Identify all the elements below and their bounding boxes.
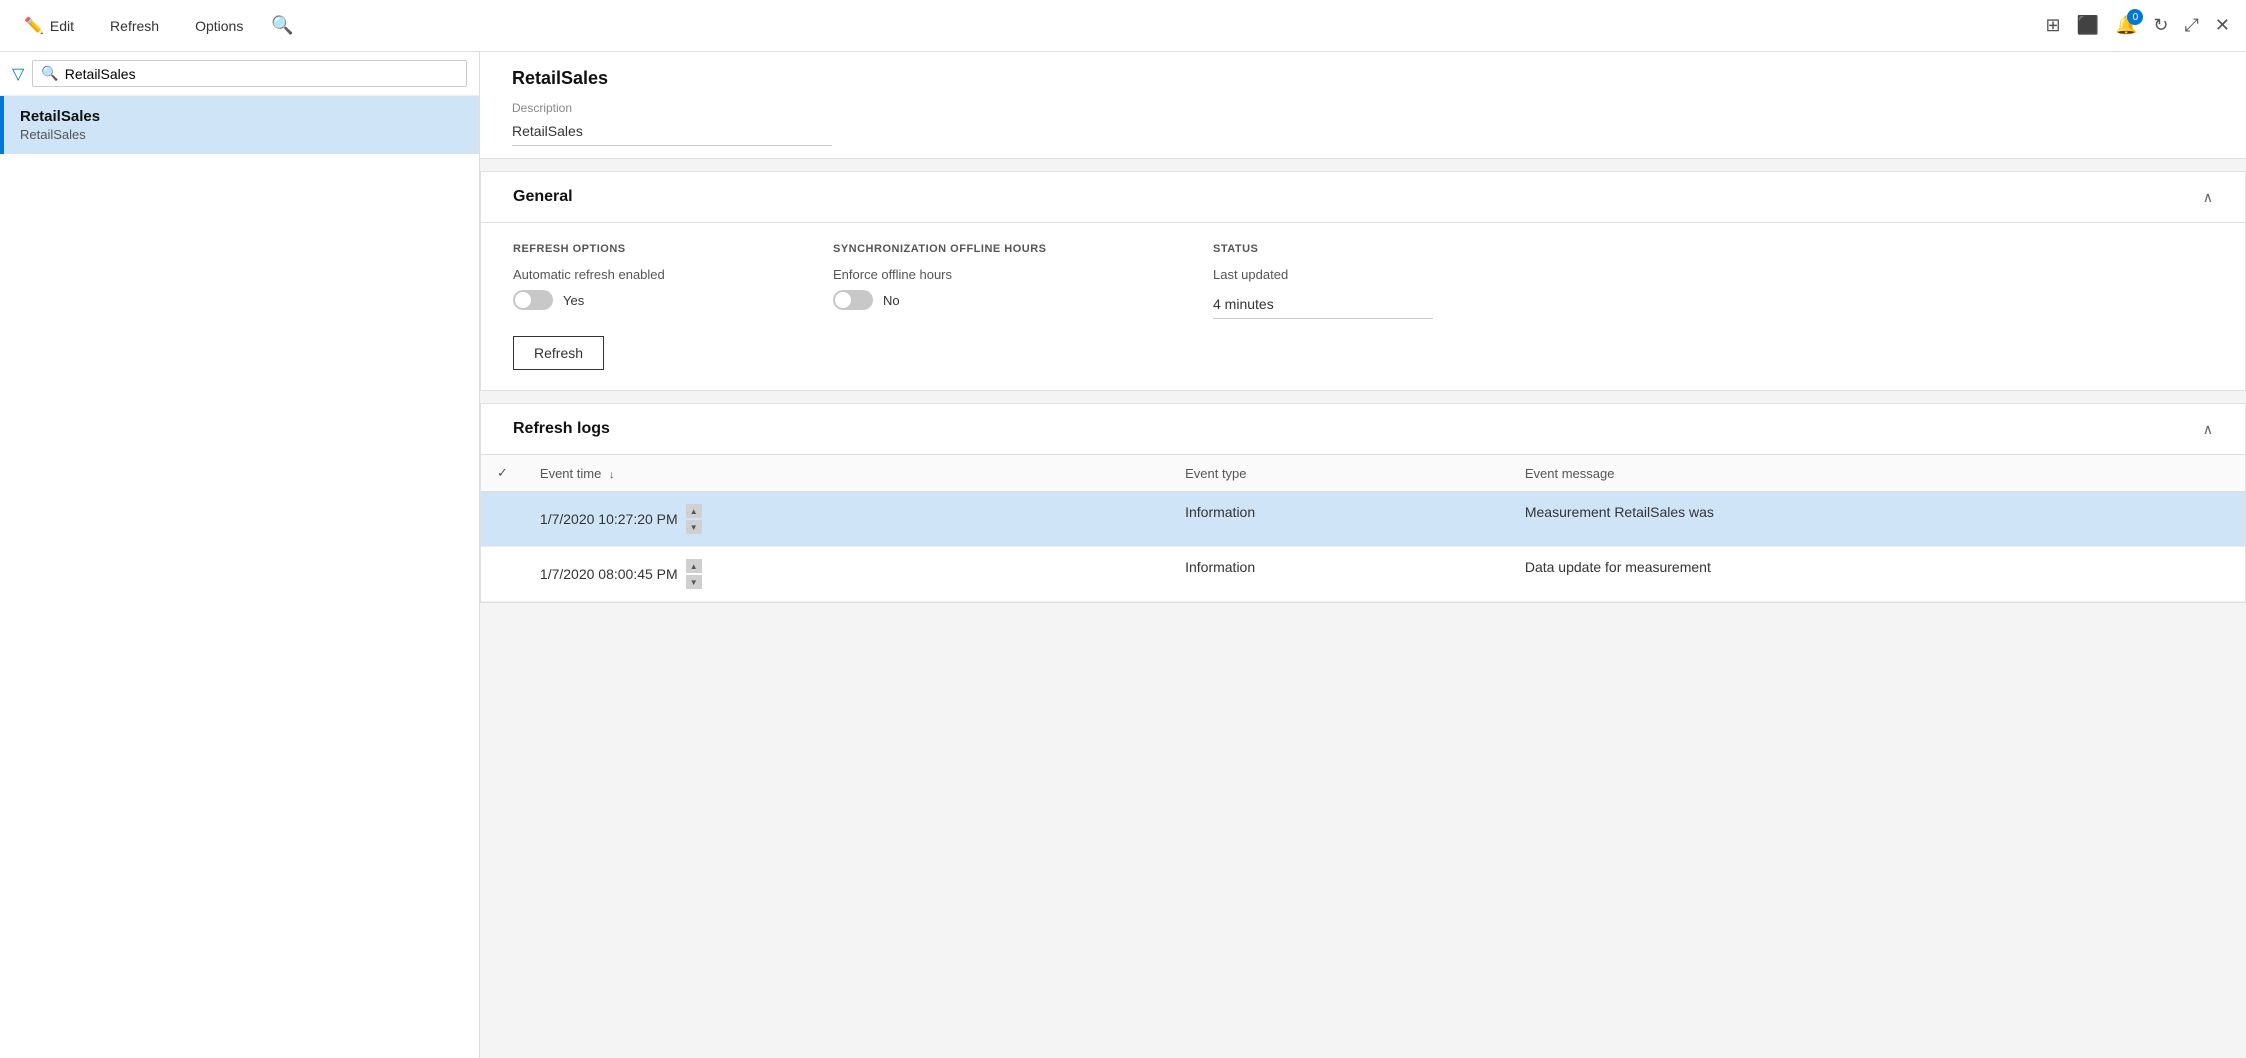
- event-message-col-header[interactable]: Event message: [1509, 455, 2245, 492]
- logs-check-col-header: ✓: [481, 455, 524, 492]
- sidebar-toolbar: ▽ 🔍: [0, 52, 479, 96]
- event-time-col-header[interactable]: Event time ↓: [524, 455, 1169, 492]
- row1-event-type: Information: [1169, 492, 1509, 547]
- refresh-options-header: REFRESH OPTIONS: [513, 243, 793, 255]
- sidebar: ▽ 🔍 RetailSales RetailSales: [0, 52, 480, 1058]
- refresh-logs-body: ✓ Event time ↓ Event type Event message: [481, 455, 2245, 602]
- event-type-label: Event type: [1185, 466, 1246, 481]
- row2-event-time: 1/7/2020 08:00:45 PM ▲ ▼: [524, 547, 1169, 602]
- main-layout: ▽ 🔍 RetailSales RetailSales RetailSales …: [0, 52, 2246, 1058]
- search-box[interactable]: 🔍: [32, 60, 467, 87]
- row1-event-time: 1/7/2020 10:27:20 PM ▲ ▼: [524, 492, 1169, 547]
- filter-icon[interactable]: ▽: [12, 64, 24, 84]
- close-icon[interactable]: ✕: [2215, 15, 2230, 36]
- sync-offline-col: SYNCHRONIZATION OFFLINE HOURS Enforce of…: [833, 243, 1213, 370]
- toolbar-right: ⊞ ⬛ 🔔 0 ↻ ⤢ ✕: [2045, 15, 2230, 36]
- event-message-label: Event message: [1525, 466, 1615, 481]
- search-input[interactable]: [65, 66, 458, 82]
- sidebar-item-title: RetailSales: [20, 108, 463, 125]
- general-section-header[interactable]: General ∧: [481, 172, 2245, 223]
- enforce-offline-label: Enforce offline hours: [833, 267, 1173, 282]
- row2-event-message: Data update for measurement: [1509, 547, 2245, 602]
- general-section-title: General: [513, 188, 573, 206]
- options-button[interactable]: Options: [187, 14, 251, 38]
- row1-scroll[interactable]: ▲ ▼: [686, 504, 702, 534]
- row1-scroll-down[interactable]: ▼: [686, 520, 702, 534]
- auto-refresh-toggle-row: Yes: [513, 290, 793, 310]
- edit-button[interactable]: ✏️ Edit: [16, 12, 82, 40]
- row2-time-value: 1/7/2020 08:00:45 PM: [540, 566, 678, 582]
- refresh-logs-header[interactable]: Refresh logs ∧: [481, 404, 2245, 455]
- edit-label: Edit: [50, 18, 74, 34]
- general-section-body: REFRESH OPTIONS Automatic refresh enable…: [481, 223, 2245, 390]
- notification-badge: 0: [2127, 9, 2143, 25]
- refresh-button-label: Refresh: [534, 345, 583, 361]
- general-chevron-icon: ∧: [2203, 189, 2213, 206]
- last-updated-label: Last updated: [1213, 267, 1453, 282]
- auto-refresh-toggle[interactable]: [513, 290, 553, 310]
- notifications-icon[interactable]: 🔔 0: [2115, 15, 2137, 36]
- row2-scroll-down[interactable]: ▼: [686, 575, 702, 589]
- row2-event-type: Information: [1169, 547, 1509, 602]
- grid-icon[interactable]: ⊞: [2045, 15, 2060, 36]
- row1-message-value: Measurement RetailSales was: [1525, 504, 1714, 520]
- row2-message-value: Data update for measurement: [1525, 559, 1711, 575]
- edit-icon: ✏️: [24, 16, 44, 36]
- table-row[interactable]: 1/7/2020 10:27:20 PM ▲ ▼ Information Mea…: [481, 492, 2245, 547]
- search-icon: 🔍: [41, 65, 58, 82]
- table-row[interactable]: 1/7/2020 08:00:45 PM ▲ ▼ Information Dat…: [481, 547, 2245, 602]
- row2-check: [481, 547, 524, 602]
- refresh-toolbar-button[interactable]: Refresh: [102, 14, 167, 38]
- auto-refresh-value: Yes: [563, 293, 584, 308]
- sidebar-item-retailsales[interactable]: RetailSales RetailSales: [0, 96, 479, 154]
- options-label: Options: [195, 18, 243, 34]
- content-header: RetailSales Description RetailSales: [480, 52, 2246, 159]
- refresh-circle-icon[interactable]: ↻: [2153, 15, 2168, 36]
- event-time-label: Event time: [540, 466, 601, 481]
- search-toolbar-icon[interactable]: 🔍: [271, 15, 293, 36]
- row2-scroll-up[interactable]: ▲: [686, 559, 702, 573]
- description-value: RetailSales: [512, 117, 832, 146]
- content-area: RetailSales Description RetailSales Gene…: [480, 52, 2246, 1058]
- sync-offline-header: SYNCHRONIZATION OFFLINE HOURS: [833, 243, 1173, 255]
- enforce-offline-toggle[interactable]: [833, 290, 873, 310]
- row2-scroll[interactable]: ▲ ▼: [686, 559, 702, 589]
- refresh-button[interactable]: Refresh: [513, 336, 604, 370]
- sidebar-list: RetailSales RetailSales: [0, 96, 479, 1058]
- row1-check: [481, 492, 524, 547]
- general-section: General ∧ REFRESH OPTIONS Automatic refr…: [480, 171, 2246, 391]
- event-time-sort-icon: ↓: [609, 469, 615, 481]
- logs-table-header-row: ✓ Event time ↓ Event type Event message: [481, 455, 2245, 492]
- office-icon[interactable]: ⬛: [2077, 15, 2099, 36]
- content-title: RetailSales: [512, 68, 2214, 89]
- refresh-toolbar-label: Refresh: [110, 18, 159, 34]
- logs-table: ✓ Event time ↓ Event type Event message: [481, 455, 2245, 602]
- refresh-options-col: REFRESH OPTIONS Automatic refresh enable…: [513, 243, 833, 370]
- refresh-logs-chevron-icon: ∧: [2203, 421, 2213, 438]
- enforce-offline-toggle-row: No: [833, 290, 1173, 310]
- status-col: STATUS Last updated 4 minutes: [1213, 243, 1493, 370]
- row1-event-message: Measurement RetailSales was: [1509, 492, 2245, 547]
- status-header: STATUS: [1213, 243, 1453, 255]
- auto-refresh-label: Automatic refresh enabled: [513, 267, 793, 282]
- event-type-col-header[interactable]: Event type: [1169, 455, 1509, 492]
- toolbar: ✏️ Edit Refresh Options 🔍 ⊞ ⬛ 🔔 0 ↻ ⤢ ✕: [0, 0, 2246, 52]
- last-updated-value: 4 minutes: [1213, 290, 1433, 319]
- sidebar-item-subtitle: RetailSales: [20, 127, 463, 142]
- general-grid: REFRESH OPTIONS Automatic refresh enable…: [513, 243, 2213, 370]
- row1-time-value: 1/7/2020 10:27:20 PM: [540, 511, 678, 527]
- refresh-logs-title: Refresh logs: [513, 420, 610, 438]
- expand-icon[interactable]: ⤢: [2185, 15, 2199, 36]
- refresh-logs-section: Refresh logs ∧ ✓ Event time ↓ Event ty: [480, 403, 2246, 603]
- description-label: Description: [512, 101, 2214, 115]
- enforce-offline-value: No: [883, 293, 900, 308]
- row1-scroll-up[interactable]: ▲: [686, 504, 702, 518]
